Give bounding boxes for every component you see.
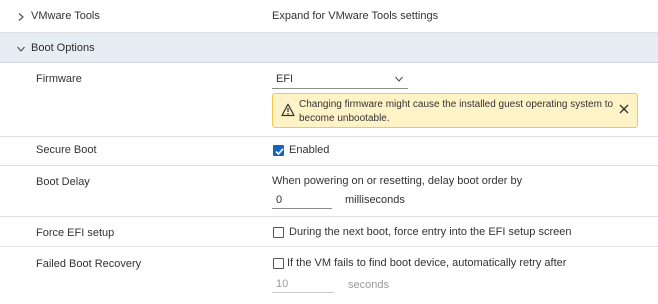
- checkmark-icon: [275, 148, 284, 156]
- chevron-down-icon: [395, 76, 403, 82]
- secure-boot-row: Secure Boot Enabled: [0, 137, 658, 166]
- force-efi-row: Force EFI setup During the next boot, fo…: [0, 217, 658, 247]
- failed-boot-recovery-row: Failed Boot Recovery If the VM fails to …: [0, 247, 658, 304]
- failed-boot-recovery-checkbox[interactable]: [273, 258, 284, 269]
- alert-message: Changing firmware might cause the instal…: [299, 99, 614, 124]
- boot-delay-label: Boot Delay: [36, 176, 90, 188]
- boot-options-header[interactable]: Boot Options: [0, 33, 658, 63]
- secure-boot-label: Secure Boot: [36, 144, 97, 156]
- chevron-down-icon[interactable]: [16, 44, 26, 54]
- boot-delay-unit: milliseconds: [345, 194, 405, 206]
- firmware-warning-alert: Changing firmware might cause the instal…: [272, 93, 638, 128]
- firmware-label: Firmware: [36, 73, 82, 85]
- firmware-row: Firmware EFI Changing firmware might cau…: [0, 63, 658, 137]
- chevron-right-icon[interactable]: [16, 12, 26, 22]
- force-efi-checkbox-label[interactable]: During the next boot, force entry into t…: [289, 226, 572, 238]
- failed-boot-recovery-checkbox-label[interactable]: If the VM fails to find boot device, aut…: [287, 257, 566, 269]
- close-icon[interactable]: [617, 102, 631, 116]
- vmware-tools-row[interactable]: VMware Tools Expand for VMware Tools set…: [0, 0, 658, 33]
- boot-delay-input[interactable]: 0: [272, 191, 332, 209]
- boot-delay-description: When powering on or resetting, delay boo…: [272, 175, 523, 187]
- retry-delay-unit: seconds: [348, 279, 389, 291]
- secure-boot-checkbox-label[interactable]: Enabled: [289, 144, 329, 156]
- failed-boot-recovery-label: Failed Boot Recovery: [36, 258, 142, 270]
- firmware-select-value: EFI: [276, 73, 294, 85]
- boot-options-label: Boot Options: [31, 42, 95, 54]
- boot-delay-row: Boot Delay When powering on or resetting…: [0, 166, 658, 217]
- force-efi-label: Force EFI setup: [36, 227, 115, 239]
- vmware-tools-label: VMware Tools: [31, 10, 100, 22]
- force-efi-checkbox[interactable]: [273, 227, 284, 238]
- secure-boot-checkbox[interactable]: [273, 145, 284, 156]
- warning-icon: [281, 103, 295, 117]
- vmware-tools-description: Expand for VMware Tools settings: [272, 10, 439, 22]
- firmware-select[interactable]: EFI: [272, 69, 408, 89]
- retry-delay-input[interactable]: 10: [272, 275, 334, 293]
